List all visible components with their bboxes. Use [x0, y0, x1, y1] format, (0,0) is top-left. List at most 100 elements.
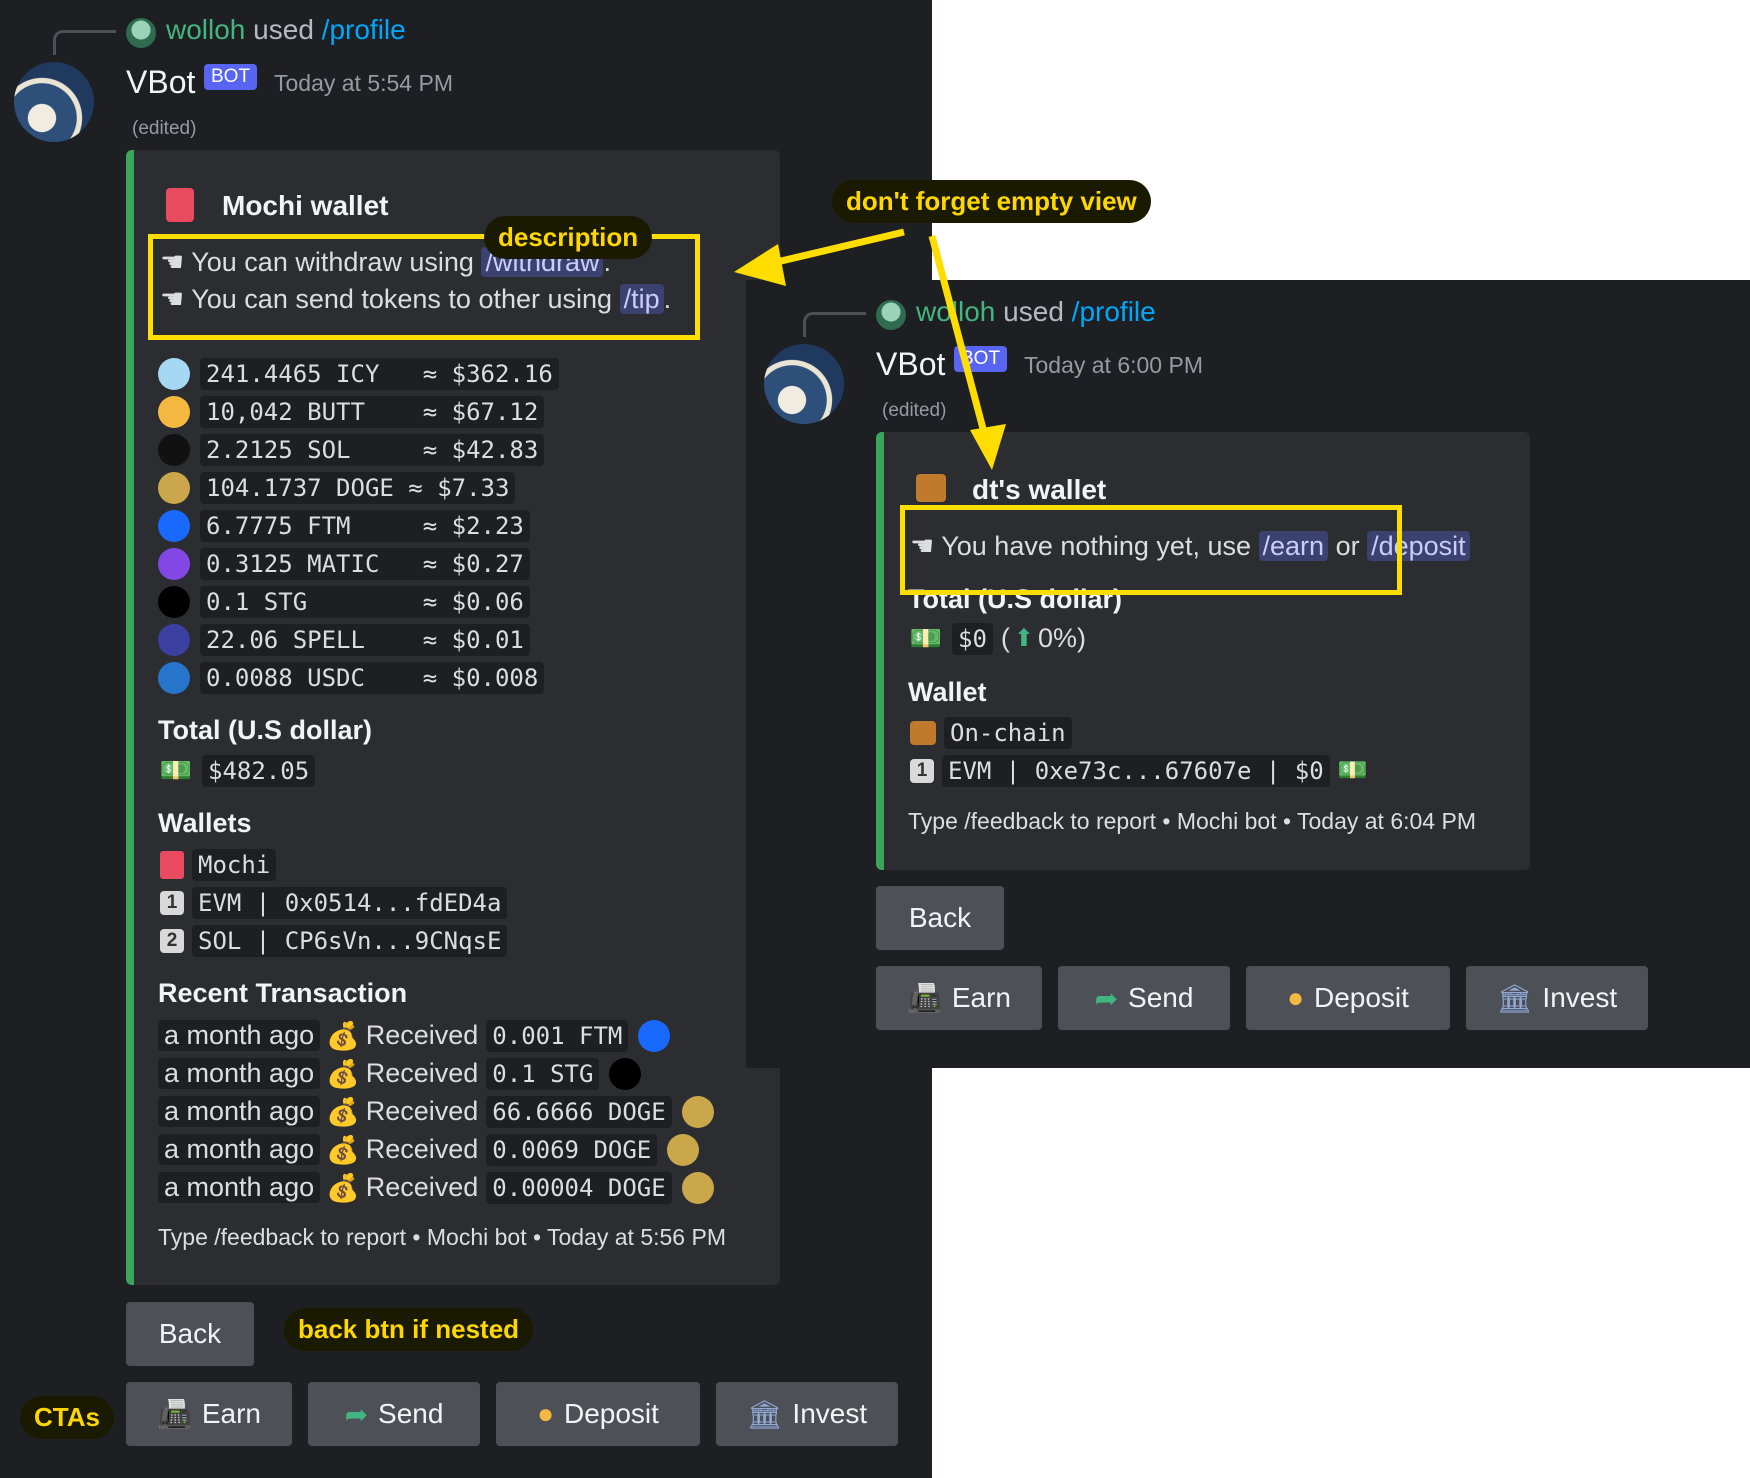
ctas-annotation: CTAs — [20, 1396, 114, 1439]
total-label: Total (U.S dollar) — [158, 715, 372, 745]
spell-icon — [158, 623, 190, 656]
newspaper-money-icon: 📠 — [906, 982, 942, 1014]
transaction-row: a month ago 💰 Received 0.0069 DOGE — [158, 1133, 709, 1166]
token-row: 2.2125 SOL ≈ $42.83 — [158, 433, 545, 466]
earn-button[interactable]: 📠 Earn — [876, 966, 1042, 1030]
wallet-address: EVM | 0x0514...fdED4a — [192, 886, 508, 919]
reply-username[interactable]: wolloh — [166, 14, 245, 45]
money-bag-icon: 💰 — [326, 1172, 360, 1203]
token-row: 0.3125 MATIC ≈ $0.27 — [158, 547, 530, 580]
brown-wallet-icon — [916, 474, 946, 502]
back-button[interactable]: Back — [876, 886, 1004, 950]
money-icon: 💵 — [1337, 757, 1368, 784]
send-button[interactable]: ➦ Send — [308, 1382, 480, 1446]
recent-transaction-label: Recent Transaction — [158, 978, 408, 1008]
money-icon: 💵 — [909, 623, 943, 653]
wallet-name: On-chain — [944, 716, 1072, 749]
transaction-action: Received — [365, 1020, 479, 1050]
deposit-button[interactable]: ● Deposit — [496, 1382, 700, 1446]
total-value: $482.05 — [202, 754, 316, 787]
reply-header: wolloh used /profile — [916, 296, 1156, 328]
back-button-annotation: back btn if nested — [284, 1308, 534, 1351]
wallet-book-icon — [166, 188, 194, 222]
reply-username[interactable]: wolloh — [916, 296, 995, 327]
message-timestamp: Today at 5:54 PM — [274, 70, 453, 96]
bot-badge: BOT — [204, 64, 258, 90]
transaction-time: a month ago — [158, 1096, 321, 1127]
edited-label: (edited) — [882, 400, 947, 421]
reply-command[interactable]: /profile — [1072, 296, 1156, 327]
send-button[interactable]: ➦ Send — [1058, 966, 1230, 1030]
polygon-icon — [158, 547, 190, 580]
transaction-time: a month ago — [158, 1134, 321, 1165]
transaction-row: a month ago 💰 Received 66.6666 DOGE — [158, 1095, 724, 1128]
brown-wallet-icon — [910, 720, 936, 745]
back-button[interactable]: Back — [126, 1302, 254, 1366]
keycap-2-icon: 2 — [160, 928, 184, 953]
bot-avatar[interactable] — [14, 62, 94, 142]
total-row: 💵 $482.05 — [159, 754, 316, 787]
total-value: $0 — [952, 622, 993, 655]
money-bag-icon: 💰 — [326, 1096, 360, 1127]
ice-cube-icon — [158, 357, 190, 390]
bank-icon: 🏛 — [1496, 982, 1533, 1014]
transaction-amount: 0.0069 DOGE — [486, 1133, 658, 1166]
reply-avatar[interactable] — [126, 18, 156, 48]
invest-label: Invest — [792, 1398, 868, 1429]
reply-header: wolloh used /profile — [166, 14, 406, 46]
money-icon: 💵 — [159, 755, 193, 785]
money-bag-icon: 💰 — [326, 1134, 360, 1165]
token-row: 10,042 BUTT ≈ $67.12 — [158, 395, 545, 428]
edited-label: (edited) — [132, 118, 197, 139]
total-row: 💵 $0 ( ⬆ 0%) — [910, 622, 1086, 655]
earn-label: Earn — [951, 982, 1012, 1013]
transaction-row: a month ago 💰 Received 0.1 STG — [158, 1057, 651, 1090]
transaction-time: a month ago — [158, 1058, 321, 1089]
wallet-name: Mochi — [192, 848, 277, 881]
solana-icon — [158, 433, 190, 466]
invest-button[interactable]: 🏛 Invest — [716, 1382, 898, 1446]
keycap-1-icon: 1 — [160, 890, 184, 915]
reply-command[interactable]: /profile — [322, 14, 406, 45]
earn-button[interactable]: 📠 Earn — [126, 1382, 292, 1446]
total-percent: 0%) — [1038, 623, 1087, 653]
transaction-row: a month ago 💰 Received 0.001 FTM — [158, 1019, 680, 1052]
wallet-row: 2 SOL | CP6sVn...9CNqsE — [160, 924, 508, 957]
share-arrow-icon: ➦ — [344, 1398, 369, 1430]
bot-avatar[interactable] — [764, 344, 844, 424]
transaction-time: a month ago — [158, 1020, 321, 1051]
bot-badge: BOT — [954, 346, 1008, 372]
bot-name[interactable]: VBot — [876, 346, 945, 383]
description-annotation: description — [484, 216, 653, 259]
money-bag-icon: 💰 — [326, 1058, 360, 1089]
transaction-action: Received — [365, 1058, 479, 1088]
message-timestamp: Today at 6:00 PM — [1024, 352, 1203, 378]
token-balance: 22.06 SPELL ≈ $0.01 — [200, 623, 530, 656]
wallet-label: Wallet — [908, 677, 987, 707]
invest-label: Invest — [1542, 982, 1618, 1013]
transaction-amount: 0.001 FTM — [486, 1019, 629, 1052]
wallet-row: On-chain — [910, 716, 1072, 749]
doge-icon — [681, 1095, 714, 1128]
stargate-icon — [609, 1057, 642, 1090]
bot-name[interactable]: VBot — [126, 64, 195, 101]
send-label: Send — [1128, 982, 1194, 1013]
deposit-label: Deposit — [563, 1398, 659, 1429]
coins-icon: ● — [1287, 982, 1304, 1013]
wallet-address: SOL | CP6sVn...9CNqsE — [192, 924, 508, 957]
reply-connector — [53, 30, 116, 55]
money-bag-icon: 💰 — [326, 1020, 360, 1051]
transaction-time: a month ago — [158, 1172, 321, 1203]
token-balance: 241.4465 ICY ≈ $362.16 — [200, 357, 559, 390]
reply-avatar[interactable] — [876, 300, 906, 330]
empty-view-annotation: don't forget empty view — [832, 180, 1151, 223]
wallet-book-icon — [160, 850, 184, 879]
transaction-action: Received — [365, 1134, 479, 1164]
back-label: Back — [908, 902, 972, 933]
total-paren: ( — [1000, 623, 1010, 653]
deposit-button[interactable]: ● Deposit — [1246, 966, 1450, 1030]
token-balance: 0.0088 USDC ≈ $0.008 — [200, 661, 545, 694]
token-balance: 6.7775 FTM ≈ $2.23 — [200, 509, 530, 542]
invest-button[interactable]: 🏛 Invest — [1466, 966, 1648, 1030]
doge-icon — [158, 471, 190, 504]
